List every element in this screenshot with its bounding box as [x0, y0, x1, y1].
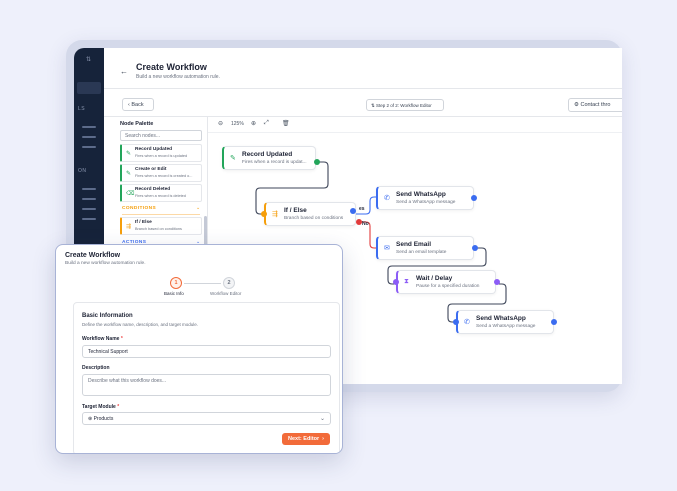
node-desc: Fires when a record is updat...	[242, 160, 307, 165]
step-2-circle[interactable]: 2	[223, 277, 235, 289]
branch-icon: ⇶	[272, 211, 278, 218]
required-mark: *	[117, 404, 120, 410]
node-title: Record Updated	[242, 151, 293, 158]
edit-icon: ✎	[230, 155, 236, 162]
target-module-label: Target Module *	[82, 404, 119, 410]
branch-no-label: No	[362, 221, 369, 227]
node-desc: Pause for a specified duration	[416, 284, 480, 289]
chevron-right-icon: ›	[322, 436, 324, 442]
connector-handle[interactable]	[350, 208, 356, 214]
node-send-email[interactable]: ✉ Send Email Send an email template	[376, 236, 474, 260]
node-title: Send Email	[396, 241, 432, 248]
select-value: Products	[93, 416, 114, 422]
next-button-label: Next: Editor	[288, 436, 320, 442]
connector-handle[interactable]	[261, 211, 267, 217]
whatsapp-icon: ✆	[384, 195, 390, 202]
node-title: Send WhatsApp	[476, 315, 526, 322]
connector-handle[interactable]	[494, 279, 500, 285]
card-title: Basic Information	[82, 313, 133, 319]
node-desc: Send a WhatsApp message	[476, 324, 536, 329]
next-editor-button[interactable]: Next: Editor ›	[282, 433, 330, 445]
required-mark: *	[120, 336, 123, 342]
node-send-whatsapp[interactable]: ✆ Send WhatsApp Send a WhatsApp message	[376, 186, 474, 210]
email-icon: ✉	[384, 245, 390, 252]
node-title: Send WhatsApp	[396, 191, 446, 198]
node-send-whatsapp-2[interactable]: ✆ Send WhatsApp Send a WhatsApp message	[456, 310, 554, 334]
step-connector	[184, 283, 221, 284]
step-2-label: Workflow Editor	[210, 291, 242, 296]
connector-handle[interactable]	[453, 319, 459, 325]
label-text: Target Module	[82, 404, 116, 410]
node-desc: Branch based on conditions	[284, 216, 344, 221]
whatsapp-icon: ✆	[464, 319, 470, 326]
node-title: If / Else	[284, 207, 307, 214]
dialog-subtitle: Build a new workflow automation rule.	[65, 261, 146, 266]
node-desc: Send an email template	[396, 250, 447, 255]
dialog-title: Create Workflow	[65, 252, 121, 259]
description-textarea[interactable]: Describe what this workflow does...	[82, 374, 331, 396]
step-1-circle[interactable]: 1	[170, 277, 182, 289]
connector-handle[interactable]	[314, 159, 320, 165]
connector-handle[interactable]	[393, 279, 399, 285]
create-workflow-dialog: Create Workflow Build a new workflow aut…	[55, 244, 343, 454]
branch-yes-label: es	[359, 206, 365, 212]
connector-handle[interactable]	[471, 195, 477, 201]
card-subtitle: Define the workflow name, description, a…	[82, 322, 199, 327]
workflow-name-label: Workflow Name *	[82, 336, 123, 342]
step-1-label: Basic Info	[164, 291, 184, 296]
connector-handle[interactable]	[551, 319, 557, 325]
basic-info-card: Basic Information Define the workflow na…	[73, 302, 340, 453]
node-if-else[interactable]: ⇶ If / Else Branch based on conditions	[264, 202, 356, 226]
node-desc: Send a WhatsApp message	[396, 200, 456, 205]
hourglass-icon: ⧗	[404, 278, 409, 285]
chevron-down-icon: ⌄	[319, 416, 325, 422]
node-record-updated[interactable]: ✎ Record Updated Fires when a record is …	[222, 146, 316, 170]
label-text: Workflow Name	[82, 336, 120, 342]
node-title: Wait / Delay	[416, 275, 453, 282]
description-label: Description	[82, 365, 110, 371]
target-module-select[interactable]: ⊛ Products ⌄	[82, 412, 331, 425]
connector-handle[interactable]	[472, 245, 478, 251]
workflow-name-input[interactable]: Technical Support	[82, 345, 331, 358]
node-wait-delay[interactable]: ⧗ Wait / Delay Pause for a specified dur…	[396, 270, 496, 294]
